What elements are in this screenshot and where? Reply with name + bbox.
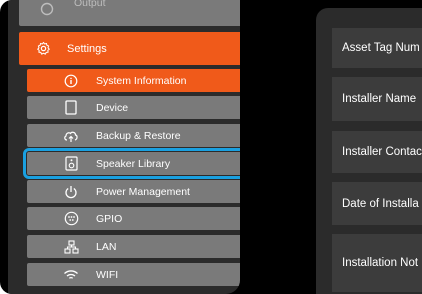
sidebar-item-gpio[interactable]: GPIO: [27, 207, 240, 230]
sidebar-item-label: System Information: [96, 74, 187, 87]
sidebar-item-device[interactable]: Device: [27, 96, 240, 119]
sidebar-item-speaker-library[interactable]: Speaker Library: [23, 148, 240, 179]
lan-icon: [61, 235, 81, 258]
wifi-icon: [61, 263, 81, 286]
sidebar: Output Settings System Information Devic…: [8, 0, 240, 294]
power-icon: [61, 180, 81, 203]
sidebar-item-label: Settings: [67, 42, 107, 55]
sidebar-item-label: Backup & Restore: [96, 129, 181, 142]
field-label: Installer Name: [342, 93, 417, 105]
field-label: Installation Not: [342, 257, 419, 269]
sidebar-item-wifi[interactable]: WIFI: [27, 263, 240, 286]
sidebar-item-settings[interactable]: Settings: [19, 32, 240, 65]
sidebar-item-label: Device: [96, 101, 129, 114]
output-icon: [37, 0, 57, 26]
asset-tag-number-field[interactable]: Asset Tag Num: [332, 28, 422, 68]
gear-icon: [33, 32, 53, 65]
sidebar-item-output[interactable]: Output: [19, 0, 240, 26]
cloud-upload-icon: [61, 124, 81, 147]
sidebar-item-label: Output: [74, 0, 106, 9]
sidebar-item-power-management[interactable]: Power Management: [27, 180, 240, 203]
sidebar-item-label: WIFI: [96, 268, 119, 281]
field-label: Date of Installa: [342, 197, 419, 210]
sidebar-item-lan[interactable]: LAN: [27, 235, 240, 258]
sidebar-item-label: Power Management: [96, 185, 190, 198]
device-screen: Output Settings System Information Devic…: [0, 0, 422, 294]
installation-notes-field[interactable]: Installation Not: [332, 234, 422, 292]
sidebar-item-label: GPIO: [96, 212, 123, 225]
device-icon: [61, 96, 81, 119]
system-information-panel: Asset Tag Num Installer Name Installer C…: [316, 8, 422, 294]
field-label: Asset Tag Num: [342, 42, 420, 54]
sidebar-item-backup-restore[interactable]: Backup & Restore: [27, 124, 240, 147]
installer-name-field[interactable]: Installer Name: [332, 77, 422, 121]
sidebar-item-label: Speaker Library: [96, 157, 171, 170]
sidebar-item-system-information[interactable]: System Information: [27, 69, 240, 92]
date-of-installation-field[interactable]: Date of Installa: [332, 182, 422, 225]
gpio-icon: [61, 207, 81, 230]
speaker-icon: [61, 152, 81, 175]
info-icon: [61, 69, 81, 92]
sidebar-item-label: LAN: [96, 240, 117, 253]
field-label: Installer Contac: [342, 146, 422, 158]
installer-contact-field[interactable]: Installer Contac: [332, 131, 422, 173]
